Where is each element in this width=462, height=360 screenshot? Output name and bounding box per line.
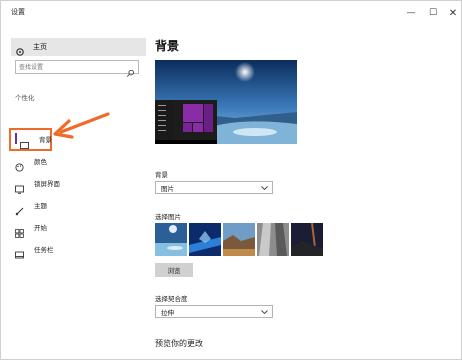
chevron-down-icon: [261, 185, 268, 191]
sidebar-item-label: 锁屏界面: [34, 180, 60, 188]
sidebar-item-label: 主题: [34, 202, 47, 210]
maximize-button[interactable]: ☐: [422, 5, 444, 21]
close-button[interactable]: ✕: [442, 5, 462, 21]
preview-changes-heading: 预览你的更改: [155, 339, 203, 348]
background-label: 背景: [155, 171, 168, 179]
main-content: 背景 背景 图片 选择图片 浏览 选择契合度 拉伸 预览你的更改: [153, 25, 453, 359]
sidebar-item-start[interactable]: 开始: [15, 219, 135, 238]
sidebar-item-colors[interactable]: 颜色: [15, 153, 135, 172]
chevron-down-icon: [261, 309, 268, 315]
background-type-value: 图片: [161, 184, 174, 193]
sidebar-item-lock-screen[interactable]: 锁屏界面: [15, 175, 135, 194]
background-type-select[interactable]: 图片: [155, 181, 273, 194]
thumbnail-image[interactable]: [291, 223, 323, 256]
palette-icon: [15, 157, 24, 172]
start-icon: [15, 223, 24, 238]
fit-value: 拉伸: [161, 308, 174, 317]
picture-icon: [20, 135, 29, 149]
sidebar-item-themes[interactable]: 主题: [15, 197, 135, 215]
background-preview: [155, 60, 297, 144]
search-input[interactable]: [19, 63, 119, 72]
minimize-button[interactable]: —: [400, 5, 422, 21]
picture-thumbnails: [155, 223, 325, 256]
window-title: 设置: [11, 8, 25, 16]
brush-icon: [15, 201, 24, 215]
title-bar: 设置 — ☐ ✕: [1, 1, 461, 25]
taskbar-icon: [15, 245, 24, 258]
lock-screen-icon: [15, 179, 24, 194]
home-button[interactable]: 主页: [11, 38, 146, 56]
search-box[interactable]: [15, 60, 139, 77]
fit-label: 选择契合度: [155, 295, 188, 303]
choose-picture-label: 选择图片: [155, 213, 181, 221]
sidebar-item-taskbar[interactable]: 任务栏: [15, 241, 135, 258]
sidebar-item-label: 颜色: [34, 158, 47, 166]
home-label: 主页: [33, 43, 47, 51]
fit-select[interactable]: 拉伸: [155, 305, 273, 318]
thumbnail-image[interactable]: [257, 223, 289, 256]
thumbnail-image[interactable]: [189, 223, 221, 256]
thumbnail-image[interactable]: [155, 223, 187, 256]
sidebar-item-label: 开始: [34, 224, 47, 232]
page-title: 背景: [155, 39, 180, 53]
gear-icon: [15, 42, 25, 56]
section-label-personalization: 个性化: [15, 94, 35, 102]
sidebar: 主页 个性化 背景 颜色 锁屏界面: [1, 25, 151, 359]
settings-window: 设置 — ☐ ✕ 主页 个性化 背景: [0, 0, 462, 360]
sidebar-item-label: 任务栏: [34, 246, 54, 254]
thumbnail-image[interactable]: [223, 223, 255, 256]
search-icon[interactable]: [126, 63, 135, 77]
annotation-arrow-icon: [53, 112, 110, 139]
browse-button[interactable]: 浏览: [155, 263, 193, 277]
